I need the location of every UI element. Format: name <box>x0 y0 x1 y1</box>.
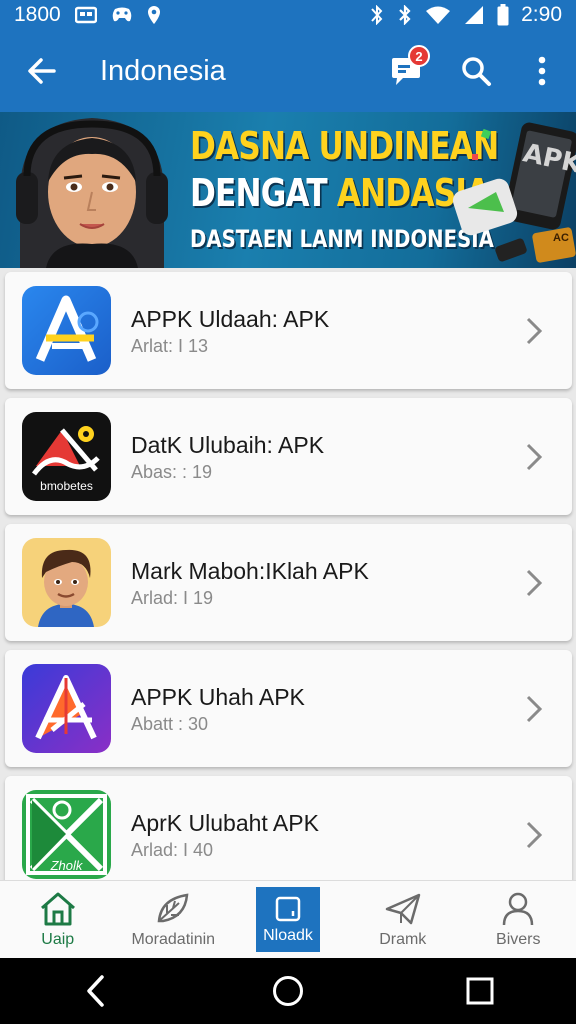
app-subtitle: Arlad: I 40 <box>131 840 214 860</box>
banner-line-2-white: DENGAT <box>190 171 337 215</box>
list-item-text: APPK Uhah APK Abatt : 30 <box>131 682 514 735</box>
chevron-right-icon <box>514 815 554 855</box>
blue-a-app-icon <box>22 286 111 375</box>
black-a-app-icon: bmobetes <box>22 412 111 501</box>
green-x-app-icon: Zholk <box>22 790 111 879</box>
banner-chip-label: AC <box>553 232 569 244</box>
app-subtitle: Abas: : 19 <box>131 462 213 482</box>
signal-icon <box>463 5 485 25</box>
list-item[interactable]: Zholk AprK Ulubaht APK Arlad: I 40 <box>5 776 572 880</box>
nav-item-dramk[interactable]: Dramk <box>345 881 461 958</box>
list-item[interactable]: APPK Uldaah: APK Arlat: I 13 <box>5 272 572 389</box>
app-subtitle: Abatt : 30 <box>131 714 209 734</box>
nav-item-home[interactable]: Uaip <box>0 881 116 958</box>
back-icon <box>87 975 104 1007</box>
list-item-text: Mark Maboh:IKlah APK Arlad: I 19 <box>131 556 514 609</box>
system-navigation-bar <box>0 958 576 1024</box>
battery-icon <box>497 4 509 26</box>
list-item-text: APPK Uldaah: APK Arlat: I 13 <box>131 304 514 357</box>
list-item-text: DatK Ulubaih: APK Abas: : 19 <box>131 430 514 483</box>
banner-line-2: DENGAT ANDASIA <box>190 168 490 218</box>
nav-label: Uaip <box>41 930 75 948</box>
app-title: APPK Uhah APK <box>131 684 305 710</box>
nav-label: Bivers <box>496 930 541 948</box>
status-bar: 1800 2:90 <box>0 0 576 30</box>
banner-line-1: DASNA UNDINEAN <box>190 124 499 168</box>
chevron-right-icon <box>514 689 554 729</box>
leaf-icon <box>157 893 189 922</box>
home-icon <box>40 892 75 925</box>
home-circle-icon <box>273 976 303 1006</box>
purple-a-app-icon <box>22 664 111 753</box>
app-subtitle: Arlat: I 13 <box>131 336 209 356</box>
system-recents-button[interactable] <box>445 961 515 1021</box>
nfc-icon <box>369 5 385 25</box>
bluetooth-icon <box>397 5 413 25</box>
nav-label: Moradatinin <box>131 930 216 948</box>
chevron-right-icon <box>514 563 554 603</box>
messages-button[interactable]: 2 <box>376 41 436 101</box>
nav-label: Nloadk <box>263 926 313 944</box>
search-icon <box>462 57 491 86</box>
page-title: Indonesia <box>100 54 226 87</box>
banner-headline: DASNA UNDINEAN DENGAT ANDASIA DASTAEN LA… <box>190 124 499 260</box>
app-subtitle: Arlad: I 19 <box>131 588 214 608</box>
system-back-button[interactable] <box>61 961 131 1021</box>
location-icon <box>147 5 161 25</box>
send-icon <box>385 893 420 924</box>
promo-banner[interactable]: DASNA UNDINEAN DENGAT ANDASIA DASTAEN LA… <box>0 112 576 268</box>
nav-item-nloadk[interactable]: Nloadk <box>256 887 320 952</box>
list-item[interactable]: APPK Uhah APK Abatt : 30 <box>5 650 572 767</box>
chevron-right-icon <box>514 311 554 351</box>
nav-label: Dramk <box>379 930 427 948</box>
search-button[interactable] <box>446 41 506 101</box>
icon-caption: Zholk <box>50 858 83 873</box>
list-item[interactable]: Mark Maboh:IKlah APK Arlad: I 19 <box>5 524 572 641</box>
nav-item-moradatinin[interactable]: Moradatinin <box>116 881 232 958</box>
notification-icon <box>74 6 97 24</box>
status-left-text: 1800 <box>14 3 61 26</box>
more-options-button[interactable] <box>512 41 572 101</box>
message-badge: 2 <box>408 45 430 67</box>
download-icon <box>275 896 301 921</box>
back-button[interactable] <box>10 39 74 103</box>
icon-caption: bmobetes <box>40 479 93 493</box>
recents-icon <box>466 977 494 1005</box>
more-vert-icon <box>538 56 546 86</box>
app-title: AprK Ulubaht APK <box>131 810 319 836</box>
app-title: APPK Uldaah: APK <box>131 306 330 332</box>
banner-devices-illustration <box>452 122 576 263</box>
list-item[interactable]: bmobetes DatK Ulubaih: APK Abas: : 19 <box>5 398 572 515</box>
nav-item-bivers[interactable]: Bivers <box>461 881 576 958</box>
avatar-app-icon <box>22 538 111 627</box>
status-time: 2:90 <box>521 3 562 26</box>
list-item-text: AprK Ulubaht APK Arlad: I 40 <box>131 808 514 861</box>
app-list: APPK Uldaah: APK Arlat: I 13 bmobetes Da… <box>0 268 576 880</box>
banner-character-illustration <box>16 118 168 268</box>
wifi-icon <box>425 5 451 25</box>
app-title: DatK Ulubaih: APK <box>131 432 325 458</box>
app-bar: Indonesia 2 <box>0 30 576 112</box>
person-icon <box>503 892 534 925</box>
bottom-nav: Uaip Moradatinin Nloadk Dramk Bivers <box>0 880 576 958</box>
gamepad-icon <box>111 6 133 24</box>
back-arrow-icon <box>28 58 56 84</box>
chevron-right-icon <box>514 437 554 477</box>
system-home-button[interactable] <box>253 961 323 1021</box>
banner-line-3: DASTAEN LANM INDONESIA <box>190 225 494 253</box>
app-title: Mark Maboh:IKlah APK <box>131 558 369 584</box>
